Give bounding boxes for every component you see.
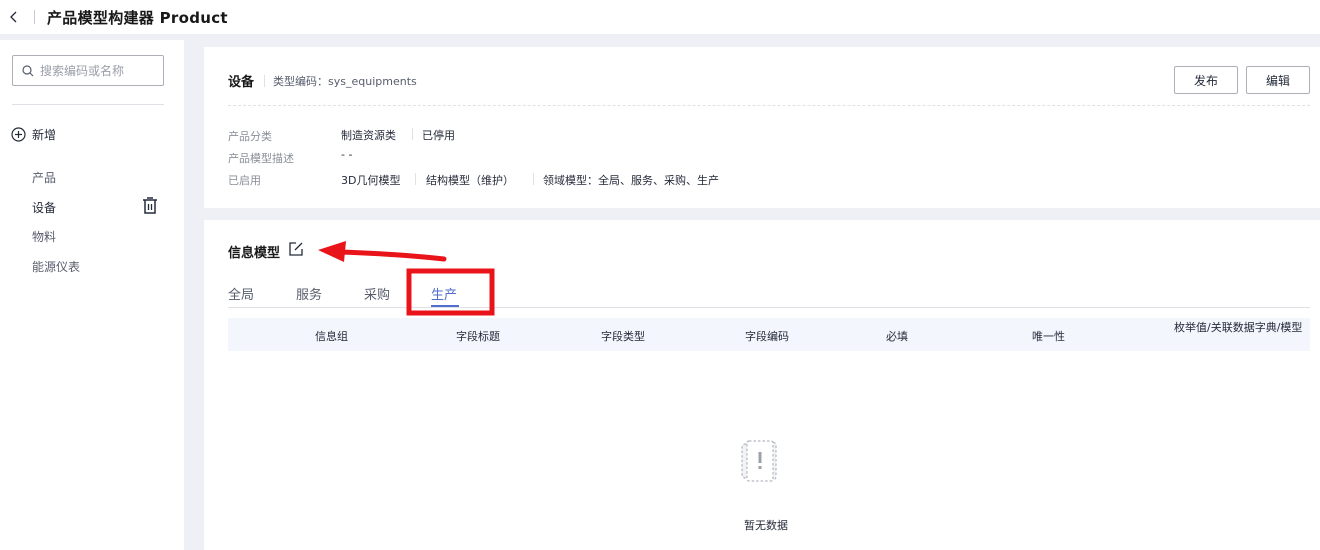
- empty-text: 暂无数据: [744, 519, 788, 532]
- description-label: 产品模型描述: [228, 152, 294, 165]
- category-value: 制造资源类: [341, 129, 396, 142]
- divider: [228, 105, 1310, 106]
- category-label: 产品分类: [228, 130, 272, 143]
- divider: [12, 104, 164, 105]
- trash-icon[interactable]: [142, 197, 158, 215]
- tab-service[interactable]: 服务: [296, 284, 322, 303]
- column-header: 字段标题: [456, 330, 500, 343]
- search-icon: [22, 64, 34, 76]
- column-header: 字段类型: [601, 330, 645, 343]
- empty-data-icon: [741, 440, 777, 482]
- chevron-left-icon: [10, 11, 17, 23]
- plus-circle-icon: [11, 127, 26, 142]
- enabled-label: 已启用: [228, 174, 261, 187]
- tab-global[interactable]: 全局: [228, 284, 254, 303]
- sidebar: 新增 产品 设备 物料 能源仪表: [0, 40, 184, 550]
- section-title: 信息模型: [228, 246, 281, 261]
- back-button[interactable]: [2, 5, 26, 29]
- sidebar-item-product[interactable]: 产品: [32, 169, 56, 186]
- enabled-value-domain: 领域模型：全局、服务、采购、生产: [543, 174, 719, 187]
- enabled-value-structure: 结构模型（维护）: [426, 174, 514, 187]
- model-name: 设备: [228, 75, 255, 90]
- status-value: 已停用: [422, 129, 455, 142]
- active-tab-indicator: [431, 305, 459, 307]
- divider: [415, 173, 416, 185]
- tab-bar: 全局 服务 采购 生产: [228, 282, 1310, 308]
- tab-purchase[interactable]: 采购: [364, 284, 390, 303]
- search-box[interactable]: [12, 55, 164, 86]
- page-title: 产品模型构建器 Product: [47, 8, 228, 27]
- column-header: 信息组: [315, 330, 348, 343]
- divider: [264, 74, 266, 87]
- enabled-value-geometry: 3D几何模型: [341, 174, 401, 187]
- table-header: 信息组 字段标题 字段类型 字段编码 必填 唯一性 枚举值/关联数据字典/模型: [228, 318, 1310, 351]
- sidebar-item-equipment[interactable]: 设备: [32, 199, 56, 216]
- add-button[interactable]: 新增: [11, 126, 56, 143]
- divider: [533, 173, 534, 185]
- type-code: 类型编码：sys_equipments: [273, 74, 417, 88]
- divider: [412, 128, 413, 140]
- search-input[interactable]: [40, 63, 150, 78]
- edit-button[interactable]: 编辑: [1246, 66, 1310, 94]
- top-bar: 产品模型构建器 Product: [0, 0, 1320, 34]
- description-value: - -: [341, 148, 353, 161]
- divider: [34, 10, 35, 24]
- column-header: 字段编码: [745, 330, 789, 343]
- column-header: 唯一性: [1032, 330, 1065, 343]
- publish-button[interactable]: 发布: [1174, 66, 1238, 94]
- edit-icon[interactable]: [288, 241, 304, 257]
- sidebar-item-material[interactable]: 物料: [32, 228, 56, 245]
- column-header: 枚举值/关联数据字典/模型: [1174, 321, 1303, 334]
- add-label: 新增: [32, 128, 57, 142]
- tab-production[interactable]: 生产: [431, 284, 457, 303]
- column-header: 必填: [886, 330, 908, 343]
- detail-panel: 设备 类型编码：sys_equipments 发布 编辑 产品分类 制造资源类 …: [204, 47, 1320, 208]
- sidebar-item-energy-meter[interactable]: 能源仪表: [32, 258, 80, 275]
- detail-header: 设备 类型编码：sys_equipments: [228, 71, 417, 90]
- info-model-panel: 信息模型 全局 服务 采购 生产 信息组 字段标题 字段类型 字段编码 必填 唯…: [204, 220, 1320, 550]
